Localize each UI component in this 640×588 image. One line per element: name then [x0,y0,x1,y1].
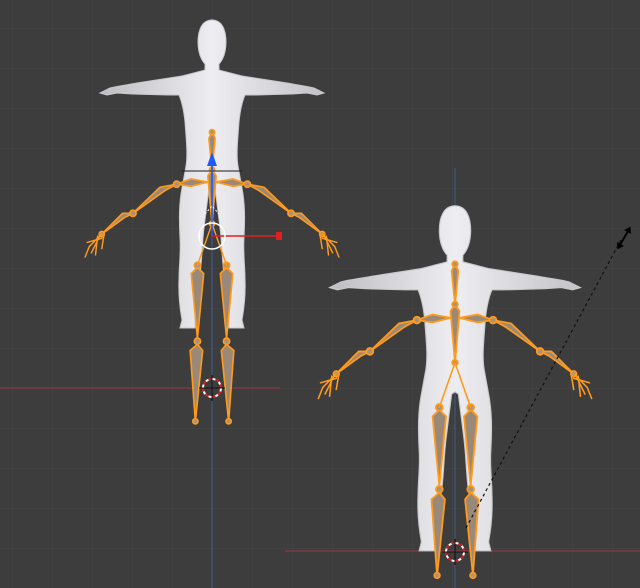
gizmo-x-handle-icon[interactable] [276,232,282,240]
3d-viewport[interactable] [0,0,640,588]
grid-floor [0,0,640,588]
viewport-canvas[interactable] [0,0,640,588]
